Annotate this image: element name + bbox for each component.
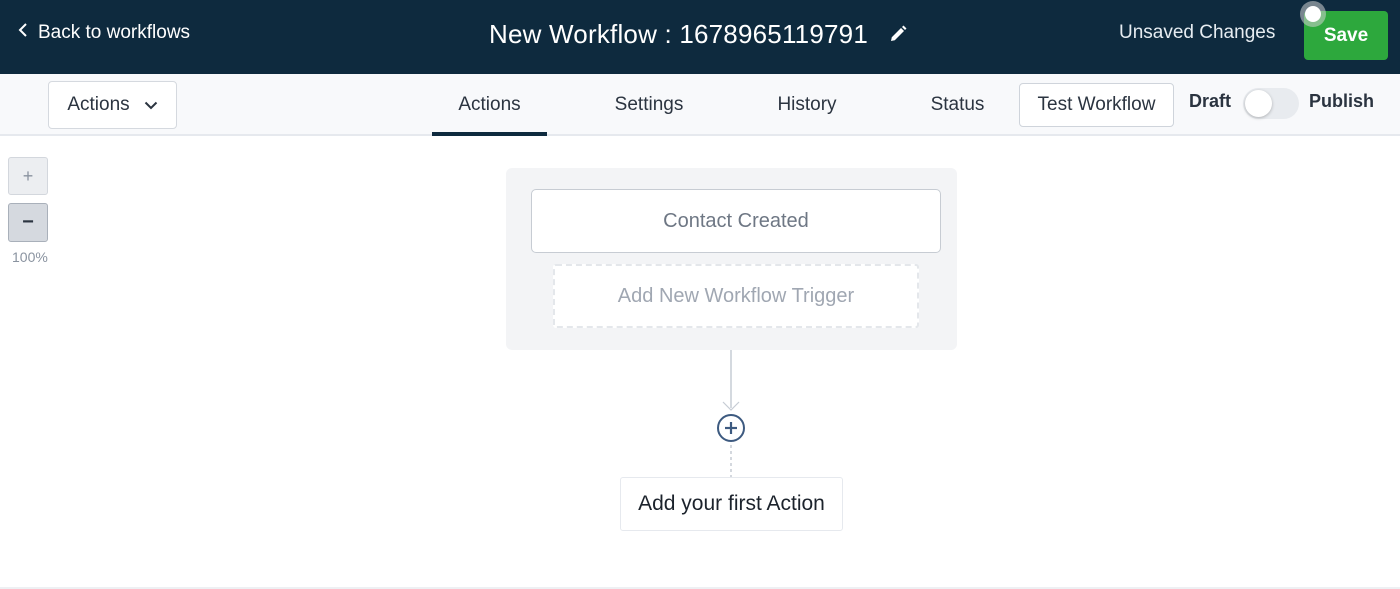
mouse-cursor-indicator (1300, 1, 1326, 27)
plus-circle-icon[interactable] (716, 413, 746, 443)
tab-actions[interactable]: Actions (432, 74, 547, 136)
workflow-title: New Workflow : 1678965119791 (489, 18, 868, 49)
back-to-workflows-link[interactable]: Back to workflows (18, 20, 190, 46)
toggle-knob (1245, 90, 1272, 117)
tab-history[interactable]: History (765, 74, 849, 136)
publish-toggle[interactable] (1243, 88, 1299, 119)
tab-status[interactable]: Status (922, 74, 993, 136)
chevron-left-icon (18, 22, 28, 44)
zoom-level: 100% (12, 249, 48, 265)
workflow-title-group: New Workflow : 1678965119791 (489, 14, 910, 54)
trigger-card[interactable]: Contact Created (531, 189, 941, 253)
add-trigger-button[interactable]: Add New Workflow Trigger (553, 264, 919, 328)
workflow-toolbar: Actions Actions Settings History Status … (0, 74, 1400, 136)
zoom-out-button[interactable]: − (8, 203, 48, 242)
chevron-down-icon (144, 94, 158, 116)
pencil-icon[interactable] (888, 23, 910, 45)
actions-dropdown-label: Actions (67, 94, 130, 115)
actions-dropdown[interactable]: Actions (48, 81, 177, 129)
top-header: Back to workflows New Workflow : 1678965… (0, 0, 1400, 74)
unsaved-changes-label: Unsaved Changes (1119, 22, 1276, 43)
tab-settings[interactable]: Settings (600, 74, 698, 136)
draft-label: Draft (1189, 91, 1232, 111)
publish-label: Publish (1309, 91, 1375, 111)
back-label: Back to workflows (38, 22, 191, 43)
test-workflow-button[interactable]: Test Workflow (1019, 83, 1174, 127)
trigger-panel: Contact Created Add New Workflow Trigger (506, 168, 957, 350)
add-first-action-button[interactable]: Add your first Action (620, 477, 843, 531)
zoom-in-button[interactable]: + (8, 157, 48, 195)
